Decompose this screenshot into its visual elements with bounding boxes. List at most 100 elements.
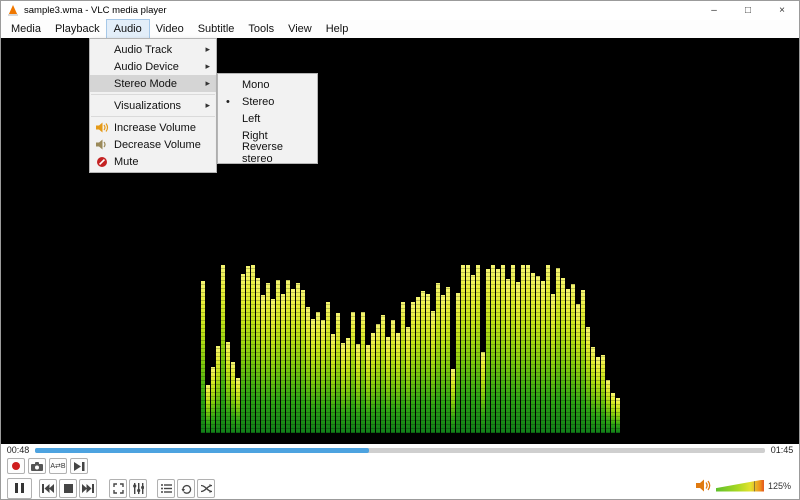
spectrum-bar: [481, 352, 485, 433]
spectrum-bar: [416, 297, 420, 433]
record-button[interactable]: [7, 458, 25, 474]
close-button[interactable]: ×: [765, 1, 799, 20]
submenu-item-left[interactable]: Left: [218, 110, 317, 127]
submenu-item-label: Reverse stereo: [242, 140, 283, 165]
menu-media[interactable]: Media: [4, 20, 48, 38]
spectrum-bar: [226, 342, 230, 433]
spectrum-bar: [251, 265, 255, 433]
menu-item-audio-track[interactable]: Audio Track ▸: [90, 41, 216, 58]
spectrum-bar: [421, 291, 425, 433]
submenu-item-mono[interactable]: Mono: [218, 76, 317, 93]
menu-playback[interactable]: Playback: [48, 20, 107, 38]
menu-item-mute[interactable]: Mute: [90, 153, 216, 170]
spectrum-bar: [246, 266, 250, 433]
spectrum-bar: [606, 380, 610, 433]
spectrum-bar: [291, 289, 295, 433]
equalizer-button[interactable]: [129, 479, 147, 498]
spectrum-bar: [546, 265, 550, 433]
minimize-button[interactable]: –: [697, 1, 731, 20]
submenu-item-label: Mono: [242, 78, 270, 91]
submenu-arrow-icon: ▸: [205, 100, 210, 110]
menu-audio[interactable]: Audio: [105, 19, 150, 39]
spectrum-bar: [591, 347, 595, 433]
menu-item-increase-volume[interactable]: Increase Volume: [90, 119, 216, 136]
spectrum-bar: [521, 265, 525, 433]
fullscreen-icon: [112, 483, 124, 494]
spectrum-bar: [431, 311, 435, 433]
submenu-arrow-icon: ▸: [205, 78, 210, 88]
stop-icon: [63, 484, 73, 493]
spectrum-bar: [216, 346, 220, 433]
spectrum-bar: [211, 367, 215, 433]
menu-subtitle[interactable]: Subtitle: [191, 20, 242, 38]
submenu-arrow-icon: ▸: [205, 44, 210, 54]
seek-bar[interactable]: [35, 447, 765, 453]
snapshot-button[interactable]: [28, 458, 46, 474]
maximize-button[interactable]: □: [731, 1, 765, 20]
frame-by-frame-button[interactable]: [70, 458, 88, 474]
spectrum-bar: [541, 281, 545, 433]
spectrum-bar: [596, 357, 600, 433]
menu-item-audio-device[interactable]: Audio Device ▸: [90, 58, 216, 75]
spectrum-bar: [576, 304, 580, 433]
speaker-icon[interactable]: [695, 479, 712, 492]
previous-icon: [42, 484, 54, 493]
spectrum-bar: [601, 355, 605, 433]
spectrum-bar: [566, 289, 570, 433]
spectrum-bar: [506, 279, 510, 433]
spectrum-bar: [461, 265, 465, 433]
spectrum-bar: [386, 337, 390, 433]
spectrum-bar: [581, 290, 585, 433]
spectrum-bar: [496, 269, 500, 433]
menu-video[interactable]: Video: [149, 20, 191, 38]
spectrum-bar: [586, 327, 590, 433]
menu-help[interactable]: Help: [319, 20, 356, 38]
seek-row: 00:48 01:45: [1, 444, 799, 456]
next-button[interactable]: [79, 479, 97, 498]
stop-button[interactable]: [59, 479, 77, 498]
stereo-mode-submenu: Mono • Stereo Left Right Reverse stereo: [217, 73, 318, 165]
spectrum-bar: [531, 273, 535, 433]
submenu-item-label: Left: [242, 112, 261, 125]
menu-view[interactable]: View: [281, 20, 319, 38]
spectrum-bar: [351, 312, 355, 433]
volume-slider[interactable]: [715, 479, 764, 492]
menu-item-label: Decrease Volume: [114, 138, 201, 151]
spectrum-bar: [346, 338, 350, 433]
elapsed-time: 00:48: [6, 445, 30, 455]
previous-button[interactable]: [39, 479, 57, 498]
menu-item-stereo-mode[interactable]: Stereo Mode ▸: [90, 75, 216, 92]
spectrum-bar: [256, 278, 260, 433]
spectrum-bar: [241, 274, 245, 433]
spectrum-bar: [336, 313, 340, 433]
audio-dropdown-menu: Audio Track ▸ Audio Device ▸ Stereo Mode…: [89, 38, 217, 173]
ab-loop-button[interactable]: A⇄B: [49, 458, 67, 474]
menu-item-decrease-volume[interactable]: Decrease Volume: [90, 136, 216, 153]
spectrum-bar: [371, 333, 375, 433]
spectrum-bar: [296, 283, 300, 433]
next-icon: [82, 484, 94, 493]
spectrum-bar: [611, 393, 615, 433]
spectrum-bar: [536, 276, 540, 433]
menu-item-label: Visualizations: [114, 99, 182, 112]
spectrum-bar: [406, 327, 410, 433]
menu-item-visualizations[interactable]: Visualizations ▸: [90, 97, 216, 114]
submenu-item-reverse-stereo[interactable]: Reverse stereo: [218, 141, 317, 165]
loop-button[interactable]: [177, 479, 195, 498]
pause-button[interactable]: [7, 478, 32, 499]
spectrum-bar: [466, 265, 470, 433]
menu-tools[interactable]: Tools: [241, 20, 281, 38]
spectrum-bar: [231, 362, 235, 433]
shuffle-icon: [200, 484, 212, 493]
shuffle-button[interactable]: [197, 479, 215, 498]
fullscreen-button[interactable]: [109, 479, 127, 498]
spectrum-bar: [306, 307, 310, 433]
spectrum-bar: [316, 312, 320, 433]
spectrum-bar: [206, 385, 210, 433]
menu-item-label: Audio Track: [114, 43, 173, 56]
spectrum-bar: [471, 275, 475, 433]
playlist-button[interactable]: [157, 479, 175, 498]
vlc-window: sample3.wma - VLC media player – □ × Med…: [0, 0, 800, 500]
submenu-item-stereo[interactable]: • Stereo: [218, 93, 317, 110]
title-bar: sample3.wma - VLC media player – □ ×: [1, 1, 799, 20]
